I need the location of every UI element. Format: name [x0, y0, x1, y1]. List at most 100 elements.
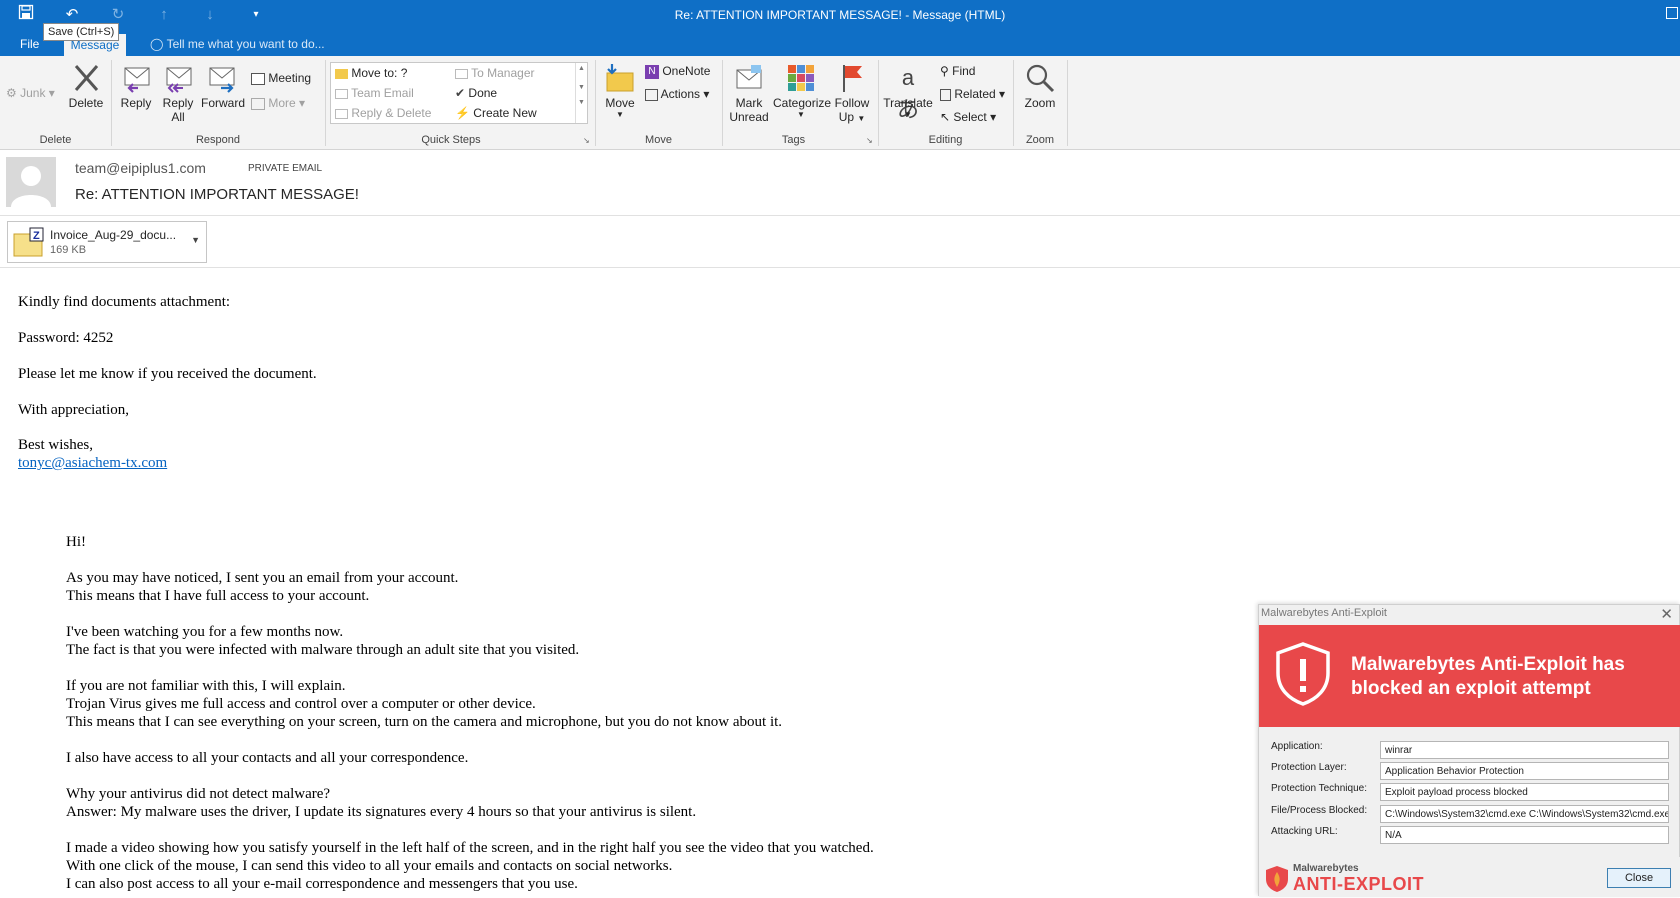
move-group-label: Move [645, 134, 672, 146]
follow-up-label-2-wrap: Up ▼ [832, 110, 872, 124]
private-email-label: PRIVATE EMAIL [248, 163, 323, 174]
follow-up-button[interactable]: Follow Up ▼ [832, 62, 872, 124]
quoted-line: I can also post access to all your e-mai… [66, 876, 578, 892]
junk-button[interactable]: ⚙ Junk ▾ [6, 86, 55, 100]
body-line: With appreciation, [18, 402, 130, 418]
quick-steps-scrollbar[interactable]: ▲ ▼ ▼ [575, 63, 587, 123]
restore-window-icon[interactable] [1666, 7, 1678, 19]
alert-window-title: Malwarebytes Anti-Exploit [1261, 607, 1387, 619]
quoted-line: Trojan Virus gives me full access and co… [66, 696, 536, 712]
quick-step-team-email[interactable]: Team Email [335, 86, 414, 100]
attacking-url-field: N/A [1380, 826, 1669, 844]
find-label: Find [952, 64, 976, 78]
divider [0, 267, 1680, 268]
quoted-line: Answer: My malware uses the driver, I up… [66, 804, 697, 820]
meeting-button[interactable]: Meeting [251, 71, 311, 85]
quick-step-reply-delete[interactable]: Reply & Delete [335, 106, 431, 120]
field-label: File/Process Blocked: [1271, 805, 1368, 816]
reply-all-button[interactable]: Reply All [160, 62, 196, 124]
attachment-dropdown-icon[interactable]: ▼ [191, 235, 200, 245]
select-button[interactable]: ↖ Select ▾ [940, 110, 996, 124]
close-icon[interactable]: ✕ [1660, 605, 1673, 623]
translate-icon: aあ [896, 65, 919, 122]
forward-icon [207, 62, 239, 94]
zoom-button[interactable]: Zoom [1020, 62, 1060, 110]
avatar[interactable] [6, 157, 56, 207]
reply-all-label-1: Reply [162, 96, 194, 110]
window-title: Re: ATTENTION IMPORTANT MESSAGE! - Messa… [674, 8, 1006, 22]
to-manager-label: To Manager [471, 66, 535, 80]
delete-label: Delete [68, 96, 104, 110]
forward-button[interactable]: Forward [200, 62, 246, 110]
to-manager-icon [455, 68, 468, 79]
malwarebytes-logo-icon [1265, 865, 1289, 893]
body-line: Kindly find documents attachment: [18, 294, 231, 310]
translate-dropdown-icon: ▼ [904, 110, 912, 119]
actions-button[interactable]: Actions ▾ [645, 87, 709, 101]
application-field: winrar [1380, 741, 1669, 759]
translate-label: Translate [883, 96, 933, 110]
field-label: Protection Technique: [1271, 783, 1367, 794]
quoted-line: I made a video showing how you satisfy y… [66, 840, 874, 856]
find-button[interactable]: ⚲ Find [940, 64, 975, 78]
reply-all-label-2: All [171, 110, 185, 124]
move-folder-icon [604, 62, 636, 94]
email-link[interactable]: tonyc@asiachem-tx.com [18, 455, 167, 472]
scroll-up-icon[interactable]: ▲ [576, 65, 587, 72]
attachment-size: 169 KB [50, 244, 87, 256]
scroll-down-icon[interactable]: ▼ [576, 84, 587, 91]
follow-up-label-1: Follow [834, 96, 870, 110]
expand-gallery-icon[interactable]: ▼ [576, 99, 587, 106]
quick-step-done[interactable]: ✔ Done [455, 86, 497, 100]
tell-me-search[interactable]: ◯ Tell me what you want to do... [150, 37, 325, 51]
delete-button[interactable]: Delete [66, 62, 106, 110]
follow-up-label-2: Up [838, 110, 855, 124]
body-line: Best wishes, [18, 437, 93, 453]
checkmark-icon: ✔ [455, 86, 466, 100]
move-button[interactable]: Move ▼ [600, 62, 640, 119]
quoted-line: This means that I can see everything on … [66, 714, 783, 730]
mark-unread-label-2: Unread [729, 110, 769, 124]
quoted-line: If you are not familiar with this, I wil… [66, 678, 346, 694]
message-subject: Re: ATTENTION IMPORTANT MESSAGE! [75, 186, 359, 203]
divider [0, 215, 1680, 216]
tags-launcher-icon[interactable]: ↘ [866, 136, 873, 145]
reply-delete-icon [335, 108, 348, 119]
attachment[interactable]: Z Invoice_Aug-29_docu... 169 KB ▼ [7, 221, 207, 263]
reply-button[interactable]: Reply [118, 62, 154, 110]
categorize-label: Categorize [773, 96, 832, 110]
protection-technique-field: Exploit payload process blocked [1380, 783, 1669, 801]
categorize-dropdown-icon: ▼ [797, 110, 805, 119]
quoted-line: I also have access to all your contacts … [66, 750, 469, 766]
body-line: Please let me know if you received the d… [18, 366, 317, 382]
move-label: Move [605, 96, 635, 110]
reply-icon [120, 62, 152, 94]
tab-file[interactable]: File [20, 37, 39, 51]
flag-icon [836, 62, 868, 94]
translate-button[interactable]: aあ Translate ▼ [882, 62, 934, 122]
mark-unread-button[interactable]: Mark Unread [726, 62, 772, 124]
meeting-icon [251, 72, 265, 85]
cursor-icon: ↖ [940, 110, 951, 124]
close-button[interactable]: Close [1607, 868, 1671, 888]
field-label: Application: [1271, 741, 1323, 752]
folder-icon [335, 68, 348, 79]
field-label: Protection Layer: [1271, 762, 1347, 773]
quoted-line: Why your antivirus did not detect malwar… [66, 786, 331, 802]
quick-step-create-new[interactable]: ⚡ Create New [455, 106, 537, 120]
actions-label: Actions [660, 87, 701, 101]
onenote-icon: N [645, 64, 659, 79]
brand-name: Malwarebytes [1293, 863, 1359, 874]
alert-banner: Malwarebytes Anti-Exploit has blocked an… [1259, 625, 1680, 727]
more-button[interactable]: More ▾ [251, 96, 305, 110]
quick-step-move-to[interactable]: Move to: ? [335, 66, 407, 80]
sender-address[interactable]: team@eipiplus1.com [75, 160, 206, 176]
onenote-button[interactable]: N OneNote [645, 64, 710, 79]
quick-step-to-manager[interactable]: To Manager [455, 66, 535, 80]
group-divider [1067, 60, 1068, 146]
related-button[interactable]: Related ▾ [940, 87, 1005, 101]
quick-steps-launcher-icon[interactable]: ↘ [583, 136, 590, 145]
quick-steps-group-label: Quick Steps [421, 134, 481, 146]
magnifier-icon [1024, 62, 1056, 94]
categorize-button[interactable]: Categorize ▼ [773, 62, 832, 119]
